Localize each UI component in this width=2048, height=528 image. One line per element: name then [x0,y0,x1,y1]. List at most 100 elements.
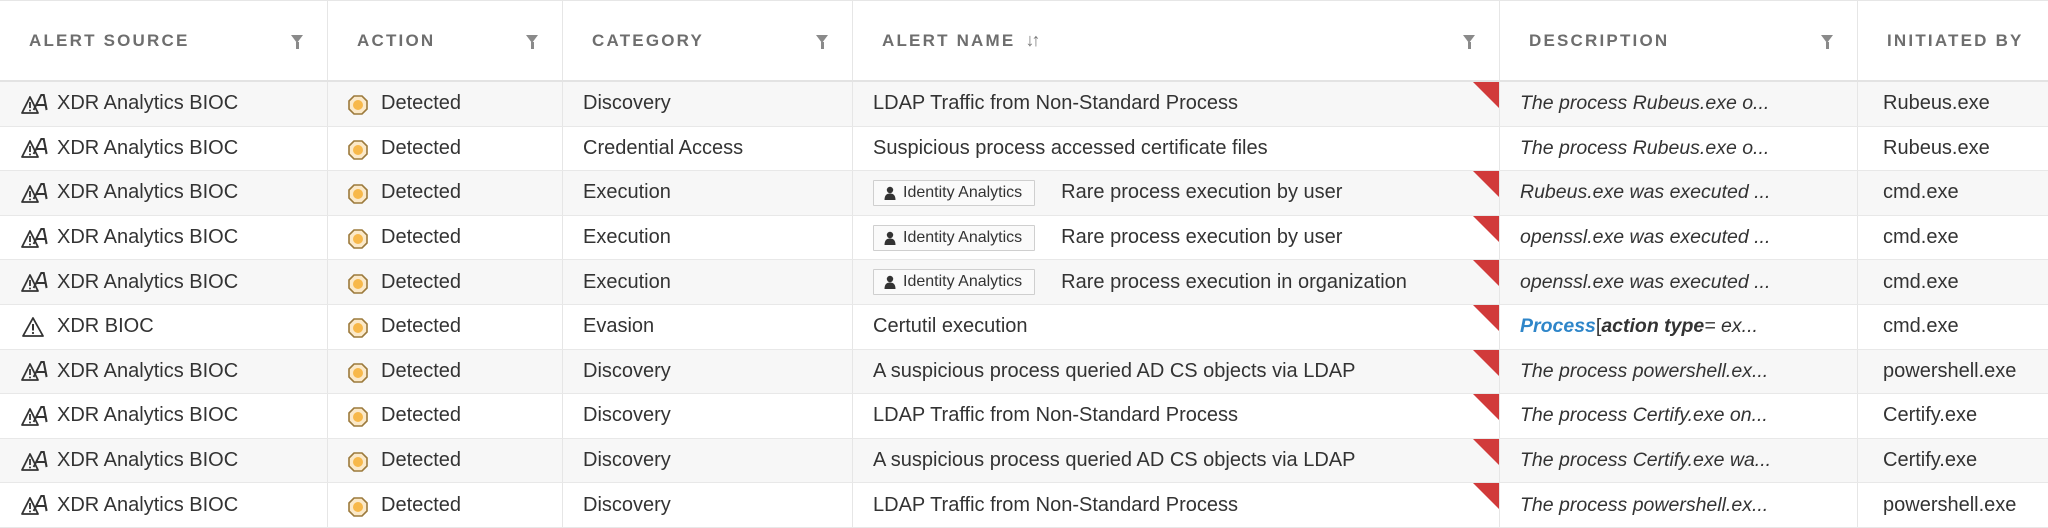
flag-marker-icon [1473,215,1499,242]
column-header-alert-name[interactable]: ALERT NAME ↓↑ [853,1,1500,80]
alert-name-text: Rare process execution by user [1061,226,1343,249]
cell-alert-name: A suspicious process queried AD CS objec… [853,349,1500,394]
cell-action: Detected [328,126,563,171]
filter-icon[interactable] [1821,35,1833,49]
flag-marker-icon [1473,394,1499,421]
flag-marker-icon [1473,260,1499,287]
description-rest: = ex... [1704,315,1758,338]
cell-alert-source: XDR Analytics BIOC [0,260,328,304]
category-text: Execution [583,226,671,249]
description-link[interactable]: Process [1520,315,1596,338]
sort-arrows-icon[interactable]: ↓↑ [1025,30,1040,51]
table-row[interactable]: XDR BIOC Detected Evasion Certutil executio… [0,304,2048,350]
description-field: action type [1601,315,1705,338]
initiated-by-text: Certify.exe [1883,404,1978,427]
initiated-by-text: powershell.exe [1883,359,2017,382]
action-text: Detected [381,359,462,382]
alert-name-text: Rare process execution by user [1061,181,1343,204]
cell-category: Execution [563,215,853,260]
identity-analytics-tag[interactable]: Identity Analytics [873,179,1036,206]
column-header-initiated-by[interactable]: INITIATED BY [1858,1,2048,80]
alert-name-text: Suspicious process accessed certificate … [873,136,1268,159]
description-text: Rubeus.exe was executed ... [1520,181,1771,204]
table-row[interactable]: XDR Analytics BIOC Detected Discovery LDAP … [0,394,2048,439]
cell-alert-name: Suspicious process accessed certificate … [853,126,1500,171]
category-text: Evasion [583,315,655,338]
category-text: Discovery [583,404,671,427]
description-text: openssl.exe was executed ... [1520,270,1771,293]
description-text: The process powershell.ex... [1520,493,1769,516]
flag-marker-icon [1473,171,1499,198]
identity-analytics-tag[interactable]: Identity Analytics [873,269,1036,296]
cell-alert-name: Identity Analytics Rare process execution… [853,171,1500,215]
table-row[interactable]: XDR Analytics BIOC Detected Discovery LDAP … [0,483,2048,528]
cell-action: Detected [328,394,563,438]
table-row[interactable]: XDR Analytics BIOC Detected Discovery A sus… [0,438,2048,484]
action-text: Detected [381,136,462,159]
user-icon [884,231,896,245]
category-text: Discovery [583,449,671,472]
cell-initiated-by: cmd.exe [1858,216,2048,260]
alert-name-text: LDAP Traffic from Non-Standard Process [873,493,1238,516]
cell-alert-name: LDAP Traffic from Non-Standard Process [853,483,1500,527]
action-text: Detected [381,270,462,293]
table-row[interactable]: XDR Analytics BIOC Detected Execution Ident… [0,260,2048,305]
analytics-warning-icon [20,137,48,159]
cell-action: Detected [328,260,563,304]
identity-analytics-tag[interactable]: Identity Analytics [873,224,1036,251]
analytics-warning-icon [20,450,48,472]
cell-alert-source: XDR BIOC [0,304,328,349]
cell-description: The process powershell.ex... [1500,483,1858,527]
table-row[interactable]: XDR Analytics BIOC Detected Discovery LDAP … [0,82,2048,127]
cell-alert-name: A suspicious process queried AD CS objec… [853,438,1500,483]
cell-alert-source: XDR Analytics BIOC [0,438,328,483]
cell-category: Discovery [563,438,853,483]
alert-source-text: XDR Analytics BIOC [57,92,239,115]
cell-alert-source: XDR Analytics BIOC [0,171,328,215]
description-text: The process powershell.ex... [1520,359,1769,382]
flag-marker-icon [1473,82,1499,108]
cell-description: The process Rubeus.exe o... [1500,82,1858,126]
analytics-warning-icon [20,494,48,516]
column-header-category[interactable]: CATEGORY [563,1,853,80]
table-body: XDR Analytics BIOC Detected Discovery LDAP … [0,82,2048,528]
filter-icon[interactable] [816,35,828,49]
cell-initiated-by: Rubeus.exe [1858,127,2048,171]
alert-name-text: LDAP Traffic from Non-Standard Process [873,92,1238,115]
column-label: CATEGORY [592,30,705,50]
table-row[interactable]: XDR Analytics BIOC Detected Credential Acc… [0,126,2048,172]
table-row[interactable]: XDR Analytics BIOC Detected Execution Ident… [0,171,2048,216]
action-text: Detected [381,449,462,472]
column-header-action[interactable]: ACTION [328,1,563,80]
description-text: The process Certify.exe on... [1520,404,1768,427]
cell-description: The process Rubeus.exe o... [1500,126,1858,171]
category-text: Discovery [583,493,671,516]
column-header-description[interactable]: DESCRIPTION [1500,1,1858,80]
action-text: Detected [381,493,462,516]
alert-source-text: XDR Analytics BIOC [57,181,239,204]
cell-category: Execution [563,171,853,215]
filter-icon[interactable] [291,35,303,49]
column-label: DESCRIPTION [1529,30,1670,50]
cell-initiated-by: powershell.exe [1858,350,2048,394]
column-header-alert-source[interactable]: ALERT SOURCE [0,1,328,80]
detected-icon [348,140,368,160]
cell-description: The process Certify.exe wa... [1500,438,1858,483]
cell-initiated-by: Rubeus.exe [1858,82,2048,126]
alert-source-text: XDR Analytics BIOC [57,359,239,382]
detected-icon [348,452,368,472]
description-text: The process Certify.exe wa... [1520,449,1772,472]
analytics-warning-icon [20,271,48,293]
detected-icon [348,184,368,205]
table-row[interactable]: XDR Analytics BIOC Detected Execution Ident… [0,215,2048,261]
filter-icon[interactable] [1463,35,1475,49]
tag-label: Identity Analytics [903,273,1023,291]
cell-description: openssl.exe was executed ... [1500,215,1858,260]
cell-alert-source: XDR Analytics BIOC [0,215,328,260]
filter-icon[interactable] [526,35,538,49]
cell-action: Detected [328,215,563,260]
flag-marker-icon [1473,349,1499,376]
cell-category: Discovery [563,349,853,394]
table-row[interactable]: XDR Analytics BIOC Detected Discovery A sus… [0,349,2048,395]
cell-initiated-by: Certify.exe [1858,439,2048,483]
